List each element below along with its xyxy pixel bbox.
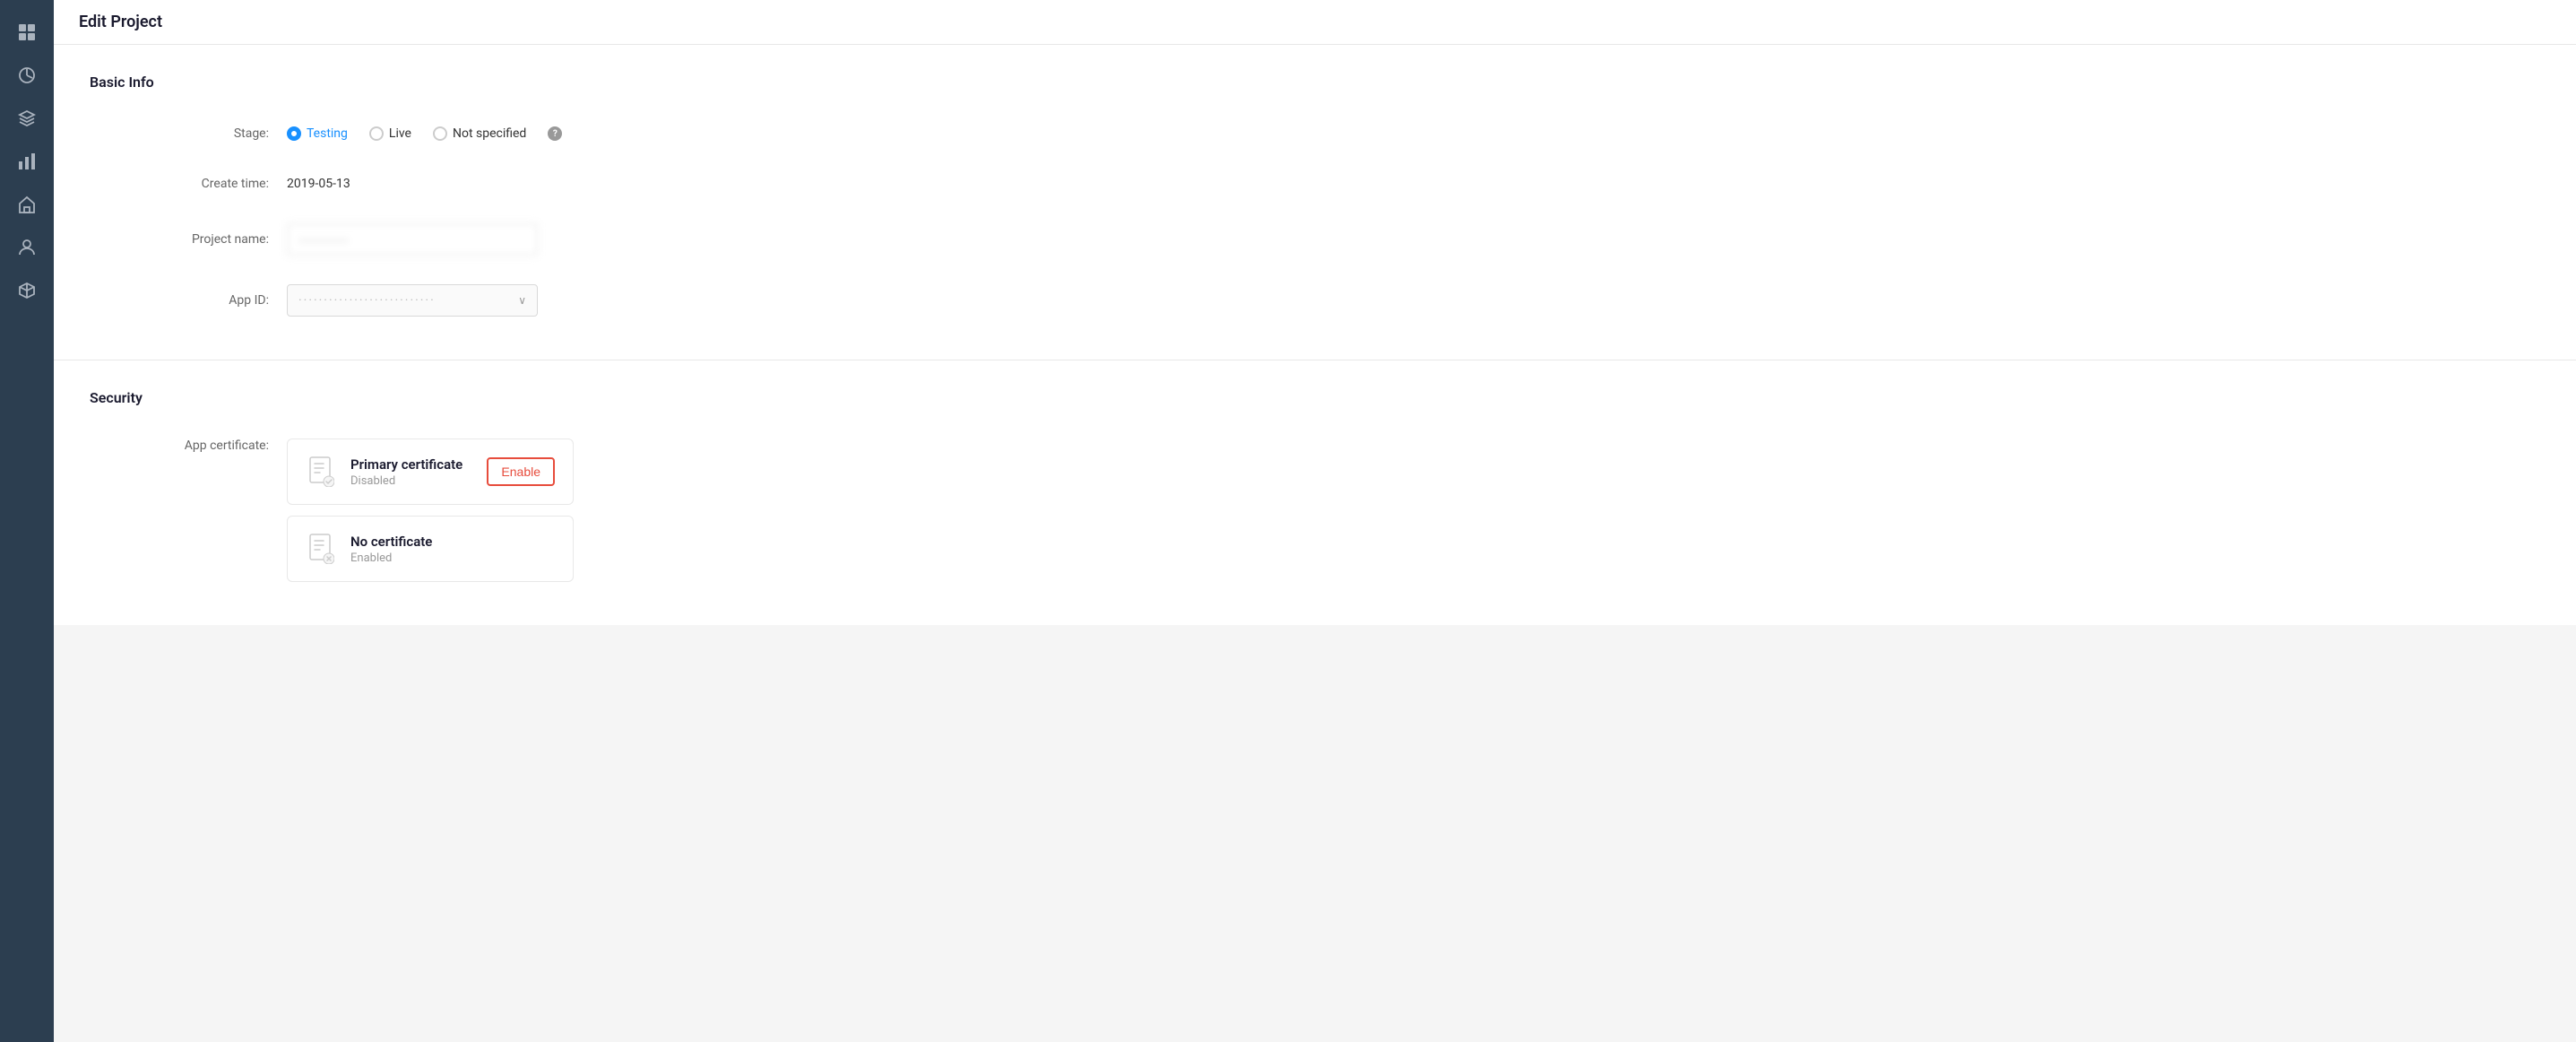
project-name-row: Project name: (54, 209, 2576, 270)
basic-info-section: Basic Info Stage: Testing Live (54, 45, 2576, 360)
grid-icon[interactable] (9, 14, 45, 50)
project-name-label: Project name: (108, 232, 287, 247)
app-id-arrow: ∨ (518, 294, 526, 307)
page-title: Edit Project (79, 13, 2551, 31)
stage-row: Stage: Testing Live (54, 109, 2576, 159)
content-area: Basic Info Stage: Testing Live (54, 45, 2576, 1042)
sidebar (0, 0, 54, 1042)
no-cert-name: No certificate (350, 534, 555, 550)
app-certificate-row: App certificate: (54, 424, 2576, 596)
app-id-label: App ID: (108, 293, 287, 308)
create-time-value: 2019-05-13 (287, 177, 2522, 191)
security-title: Security (54, 389, 2576, 424)
stage-label: Stage: (108, 126, 287, 141)
create-time-row: Create time: 2019-05-13 (54, 159, 2576, 209)
no-cert-info: No certificate Enabled (350, 534, 555, 565)
stage-option-live[interactable]: Live (369, 126, 411, 141)
radio-not-specified[interactable] (433, 126, 447, 141)
no-cert-card: No certificate Enabled (287, 516, 574, 582)
no-cert-status: Enabled (350, 551, 555, 565)
stage-help-icon[interactable]: ? (548, 126, 562, 141)
form-panel: Basic Info Stage: Testing Live (54, 45, 2576, 625)
no-cert-icon (306, 533, 338, 565)
primary-cert-card: Primary certificate Disabled Enable (287, 439, 574, 505)
layers-icon[interactable] (9, 100, 45, 136)
home-icon[interactable] (9, 187, 45, 222)
app-certificate-label: App certificate: (108, 439, 287, 453)
primary-cert-info: Primary certificate Disabled (350, 456, 474, 488)
project-name-input[interactable] (287, 223, 538, 256)
stage-option-testing[interactable]: Testing (287, 126, 348, 141)
app-id-select[interactable]: ··························· ∨ (287, 284, 538, 317)
radio-live[interactable] (369, 126, 384, 141)
primary-cert-status: Disabled (350, 474, 474, 488)
certificate-cards: Primary certificate Disabled Enable (287, 439, 574, 582)
main-content: Edit Project Basic Info Stage: Testing (54, 0, 2576, 1042)
basic-info-title: Basic Info (54, 74, 2576, 109)
app-id-dots: ··························· (298, 293, 436, 308)
security-section: Security App certificate: (54, 360, 2576, 625)
page-header: Edit Project (54, 0, 2576, 45)
primary-cert-icon (306, 456, 338, 488)
radio-testing[interactable] (287, 126, 301, 141)
project-name-input-wrapper (287, 223, 2522, 256)
cube-icon[interactable] (9, 273, 45, 308)
primary-cert-enable-button[interactable]: Enable (487, 457, 555, 486)
stage-label-not-specified: Not specified (453, 126, 526, 141)
stage-label-testing: Testing (307, 126, 348, 141)
bar-chart-icon[interactable] (9, 143, 45, 179)
create-time-label: Create time: (108, 177, 287, 191)
stage-option-not-specified[interactable]: Not specified (433, 126, 526, 141)
person-icon[interactable] (9, 230, 45, 265)
app-id-input-wrapper: ··························· ∨ (287, 284, 2522, 317)
primary-cert-name: Primary certificate (350, 456, 474, 473)
stage-label-live: Live (389, 126, 411, 141)
stage-options: Testing Live Not specified ? (287, 126, 2522, 141)
chart-circle-icon[interactable] (9, 57, 45, 93)
app-id-row: App ID: ··························· ∨ (54, 270, 2576, 331)
